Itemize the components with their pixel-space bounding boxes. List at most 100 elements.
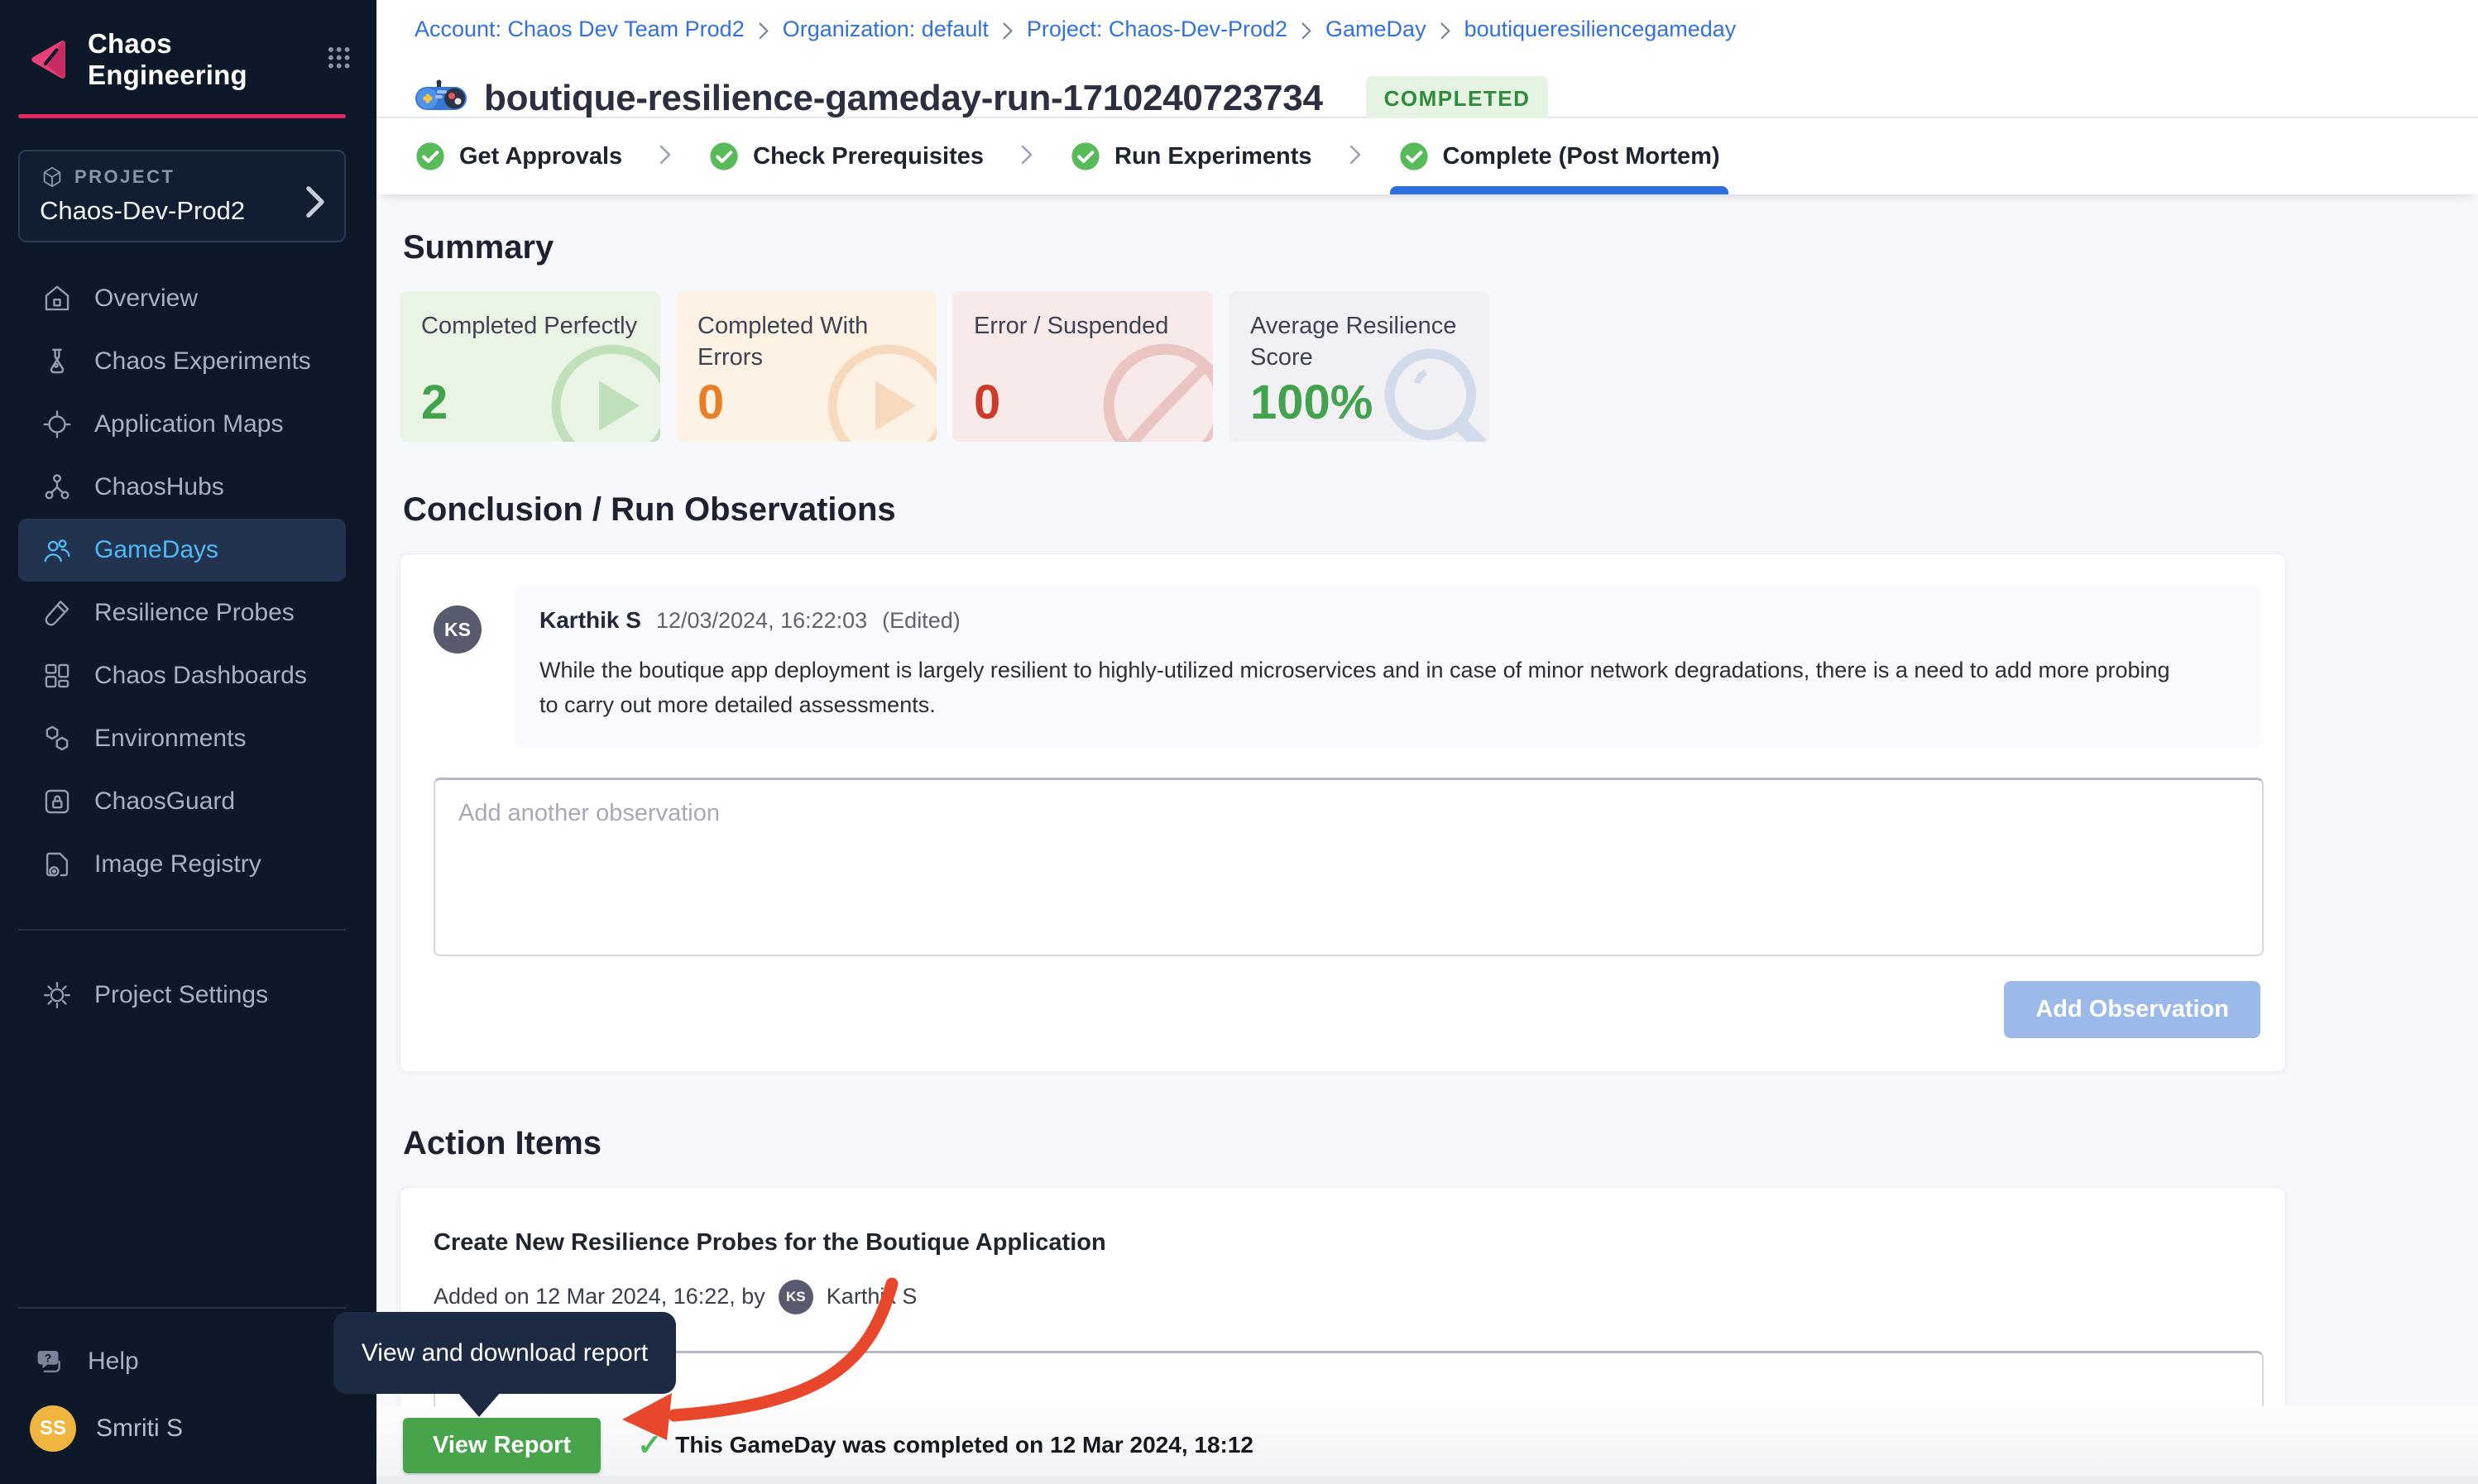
avatar: KS [779,1280,813,1314]
check-icon: ✓ [637,1428,662,1462]
step-complete-post-mortem[interactable]: Complete (Post Mortem) [1398,118,1720,194]
observation-input[interactable] [434,778,2264,956]
breadcrumb-link[interactable]: Account: Chaos Dev Team Prod2 [415,17,745,42]
step-get-approvals[interactable]: Get Approvals [415,118,622,194]
action-items-heading: Action Items [403,1125,2478,1162]
test-tube-icon [41,597,73,629]
action-item-input[interactable] [434,1351,2264,1406]
sidebar-item-label: Help [88,1348,139,1376]
action-item-title: Create New Resilience Probes for the Bou… [434,1229,2260,1257]
sidebar-item-label: Chaos Experiments [94,347,311,376]
sidebar-item-overview[interactable]: Overview [0,267,376,330]
comment-box: Karthik S 12/03/2024, 16:22:03 (Edited) … [515,586,2260,748]
check-circle-icon [415,141,446,172]
gamepad-icon [415,79,467,117]
content-area: Summary Completed Perfectly2Completed Wi… [376,194,2478,1406]
sidebar-item-chaos-dashboards[interactable]: Chaos Dashboards [0,644,376,707]
breadcrumb-link[interactable]: boutiqueresiliencegameday [1464,17,1737,42]
cube-icon [40,165,65,189]
sidebar-item-image-registry[interactable]: Image Registry [0,833,376,896]
summary-card-average-resilience-score: Average Resilience Score100% [1229,291,1489,442]
sidebar-item-label: Resilience Probes [94,599,295,627]
sidebar-item-label: ChaosGuard [94,787,235,816]
conclusion-heading: Conclusion / Run Observations [403,491,2478,529]
sidebar-bottom: ? Help SS Smriti S [0,1274,376,1484]
app-title: Chaos Engineering [88,28,308,91]
breadcrumb-link[interactable]: GameDay [1325,17,1426,42]
comment-edited-label: (Edited) [882,608,961,634]
stepper: Get Approvals Check Prerequisites Run Expe… [376,118,2478,194]
project-selector[interactable]: PROJECT Chaos-Dev-Prod2 [18,150,346,242]
breadcrumb: Account: Chaos Dev Team Prod2 Organizatio… [415,17,2478,42]
network-icon [41,472,73,503]
view-report-tooltip: View and download report [333,1312,676,1394]
main-area: Account: Chaos Dev Team Prod2 Organizatio… [376,0,2478,1484]
sidebar-item-label: GameDays [94,536,218,564]
avatar: SS [30,1405,76,1452]
comment-timestamp: 12/03/2024, 16:22:03 [656,608,867,634]
sidebar-header: Chaos Engineering [0,0,376,114]
chevron-right-icon [304,184,326,206]
sidebar-divider [18,929,346,931]
check-circle-icon [1070,141,1101,172]
check-circle-icon [1398,141,1430,172]
action-item-meta: Added on 12 Mar 2024, 16:22, by KS Karth… [434,1280,2260,1314]
sidebar-divider [18,1307,346,1309]
step-run-experiments[interactable]: Run Experiments [1070,118,1312,194]
flask-icon [41,346,73,377]
gear-icon [41,979,73,1011]
action-item-author: Karthik S [827,1284,918,1309]
sidebar-item-label: Chaos Dashboards [94,662,307,690]
ban-circle-icon [1093,333,1213,442]
sidebar-item-environments[interactable]: Environments [0,707,376,770]
step-check-prerequisites[interactable]: Check Prerequisites [708,118,984,194]
summary-card-completed-with-errors: Completed With Errors0 [676,291,937,442]
sidebar-item-chaosguard[interactable]: ChaosGuard [0,770,376,833]
add-observation-button[interactable]: Add Observation [2004,981,2260,1038]
image-registry-icon [41,849,73,880]
card-value: 0 [697,375,724,430]
sidebar-item-application-maps[interactable]: Application Maps [0,393,376,456]
user-name: Smriti S [96,1415,183,1443]
summary-card-error-suspended: Error / Suspended0 [952,291,1213,442]
step-label: Complete (Post Mortem) [1443,143,1720,170]
lock-icon [41,786,73,817]
action-item-meta-prefix: Added on 12 Mar 2024, 16:22, by [434,1284,765,1309]
grid-icon[interactable] [326,45,352,74]
svg-text:?: ? [45,1352,52,1366]
comment-author: Karthik S [539,607,641,634]
user-menu[interactable]: SS Smriti S [0,1393,376,1464]
sidebar-item-resilience-probes[interactable]: Resilience Probes [0,582,376,644]
project-name: Chaos-Dev-Prod2 [40,196,245,226]
page-title: boutique-resilience-gameday-run-17102407… [484,78,1323,119]
step-label: Run Experiments [1114,143,1312,170]
target-icon [41,409,73,440]
project-info: PROJECT Chaos-Dev-Prod2 [40,165,245,226]
home-icon [41,283,73,314]
step-separator-icon [1020,144,1033,169]
breadcrumb-link[interactable]: Project: Chaos-Dev-Prod2 [1027,17,1287,42]
conclusion-panel: KS Karthik S 12/03/2024, 16:22:03 (Edite… [400,553,2286,1072]
footer-status-text: This GameDay was completed on 12 Mar 202… [675,1432,1253,1458]
breadcrumb-separator-icon [758,21,769,39]
sidebar-item-gamedays[interactable]: GameDays [18,519,346,582]
chaos-logo-icon [28,39,69,80]
play-circle-icon [817,333,937,442]
sidebar-item-chaos-experiments[interactable]: Chaos Experiments [0,330,376,393]
summary-card-completed-perfectly: Completed Perfectly2 [400,291,660,442]
sidebar-item-chaoshubs[interactable]: ChaosHubs [0,456,376,519]
summary-heading: Summary [403,194,2478,266]
sidebar-item-label: Application Maps [94,410,283,438]
view-report-button[interactable]: View Report [403,1418,601,1473]
tooltip-text: View and download report [362,1339,648,1367]
step-label: Check Prerequisites [753,143,984,170]
sidebar-item-help[interactable]: ? Help [0,1330,376,1393]
sidebar-nav: Overview Chaos Experiments Application Map… [0,267,376,896]
sidebar-item-project-settings[interactable]: Project Settings [0,964,376,1027]
page-header: Account: Chaos Dev Team Prod2 Organizatio… [376,0,2478,118]
breadcrumb-link[interactable]: Organization: default [783,17,989,42]
breadcrumb-separator-icon [1440,21,1451,39]
sidebar: Chaos Engineering PROJECT Chaos-Dev-Prod… [0,0,376,1484]
sidebar-item-label: ChaosHubs [94,473,224,501]
sidebar-item-label: Environments [94,725,246,753]
